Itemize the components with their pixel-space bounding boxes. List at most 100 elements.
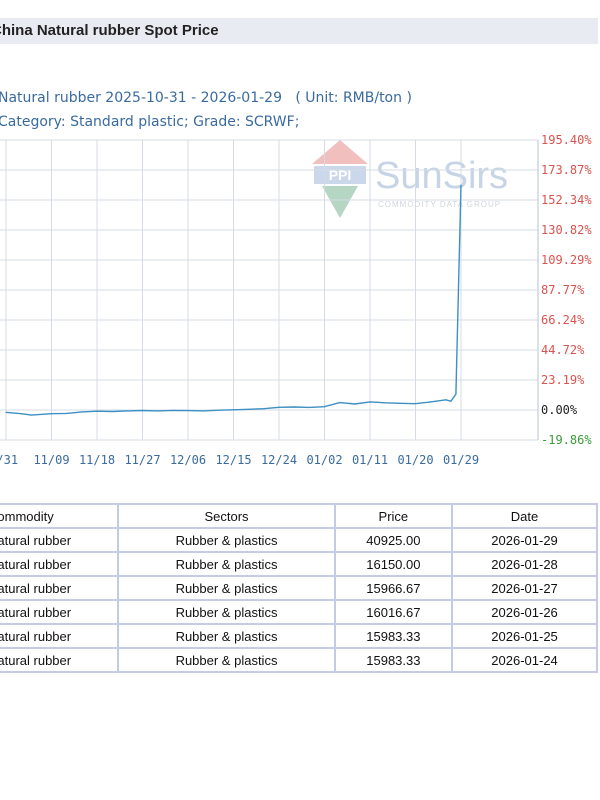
x-tick-label: 11/18 <box>79 453 115 467</box>
y-tick-label: -19.86% <box>541 433 592 447</box>
data-point <box>172 409 174 411</box>
cell-price: 40925.00 <box>333 527 454 553</box>
data-point <box>384 402 386 404</box>
x-tick-label: 11/09 <box>33 453 69 467</box>
y-tick-label: 173.87% <box>541 163 592 177</box>
cell-date: 2026-01-28 <box>451 551 598 577</box>
data-point <box>96 410 98 412</box>
data-point <box>20 413 22 415</box>
cell-commodity: Natural rubber <box>0 527 120 553</box>
data-point <box>217 409 219 411</box>
table-row: Natural rubberRubber & plastics15983.332… <box>0 647 598 673</box>
data-point <box>278 406 280 408</box>
chart-container: Natural rubber 2025-10-31 - 2026-01-29 (… <box>0 80 600 480</box>
sunsirs-watermark-logo: PPI SunSirs COMMODITY DATA GROUP <box>312 140 508 218</box>
y-tick-label: 87.77% <box>541 283 585 297</box>
data-point <box>30 414 32 416</box>
x-tick-label: 11/27 <box>124 453 160 467</box>
data-point <box>66 412 68 414</box>
cell-date: 2026-01-26 <box>451 599 598 625</box>
cell-commodity: Natural rubber <box>0 623 120 649</box>
cell-sector: Rubber & plastics <box>117 647 336 673</box>
table-row: Natural rubberRubber & plastics16016.672… <box>0 599 598 625</box>
x-tick-label: 01/29 <box>443 453 479 467</box>
cell-date: 2026-01-25 <box>451 623 598 649</box>
cell-sector: Rubber & plastics <box>117 599 336 625</box>
cell-commodity: Natural rubber <box>0 647 120 673</box>
cell-commodity: Natural rubber <box>0 551 120 577</box>
data-point <box>293 406 295 408</box>
x-tick-label: 12/24 <box>261 453 297 467</box>
cell-commodity: Natural rubber <box>0 599 120 625</box>
page-title: China Natural rubber Spot Price <box>0 22 219 39</box>
cell-price: 15983.33 <box>333 647 454 673</box>
cell-sector: Rubber & plastics <box>117 575 336 601</box>
data-point <box>126 410 128 412</box>
watermark-tagline: COMMODITY DATA GROUP <box>378 200 501 209</box>
cell-price: 16016.67 <box>333 599 454 625</box>
cell-price: 15966.67 <box>333 575 454 601</box>
y-tick-label: 44.72% <box>541 343 585 357</box>
cell-date: 2026-01-27 <box>451 575 598 601</box>
price-table: Commodity Sectors Price Date Natural rub… <box>0 503 598 673</box>
data-point <box>111 410 113 413</box>
data-point <box>81 411 83 413</box>
y-tick-label: 109.29% <box>541 253 592 267</box>
data-point <box>157 410 159 412</box>
data-point <box>50 413 53 415</box>
data-point <box>354 403 356 405</box>
line-chart: PPI SunSirs COMMODITY DATA GROUP 195.40% 173… <box>0 133 592 467</box>
data-point <box>5 411 7 413</box>
logo-base-shape <box>322 186 358 218</box>
data-point <box>202 410 204 412</box>
data-point <box>232 409 235 411</box>
y-tick-label: 130.82% <box>541 223 592 237</box>
data-point <box>141 409 144 412</box>
x-tick-label: 01/20 <box>397 453 433 467</box>
data-point <box>399 402 401 404</box>
data-point <box>430 401 432 403</box>
data-point <box>460 184 462 186</box>
cell-sector: Rubber & plastics <box>117 551 336 577</box>
column-header-date: Date <box>451 503 598 529</box>
table-row: Natural rubberRubber & plastics15966.672… <box>0 575 598 601</box>
cell-commodity: Natural rubber <box>0 575 120 601</box>
data-point <box>455 393 457 395</box>
data-point <box>323 406 326 408</box>
data-point <box>450 400 452 402</box>
cell-date: 2026-01-24 <box>451 647 598 673</box>
column-header-commodity: Commodity <box>0 503 120 529</box>
watermark-brand: SunSirs <box>375 155 508 197</box>
page-header: China Natural rubber Spot Price <box>0 18 598 44</box>
x-tick-label: 12/15 <box>215 453 251 467</box>
y-tick-label: 23.19% <box>541 373 585 387</box>
data-point <box>248 408 250 410</box>
cell-sector: Rubber & plastics <box>117 527 336 553</box>
column-header-price: Price <box>333 503 454 529</box>
cell-price: 16150.00 <box>333 551 454 577</box>
y-tick-label: 0.00% <box>541 403 578 417</box>
table-row: Natural rubberRubber & plastics16150.002… <box>0 551 598 577</box>
x-tick-label: 10/31 <box>0 453 18 467</box>
cell-price: 15983.33 <box>333 623 454 649</box>
y-tick-label: 152.34% <box>541 193 592 207</box>
x-tick-label: 01/11 <box>352 453 388 467</box>
logo-roof-shape <box>312 140 368 164</box>
y-tick-label: 195.40% <box>541 133 592 147</box>
column-header-sectors: Sectors <box>117 503 336 529</box>
table-row: Natural rubberRubber & plastics40925.002… <box>0 527 598 553</box>
data-point <box>308 406 310 408</box>
table-row: Natural rubberRubber & plastics15983.332… <box>0 623 598 649</box>
data-point <box>445 399 447 401</box>
y-tick-label: 66.24% <box>541 313 585 327</box>
data-point <box>187 410 189 412</box>
data-point <box>339 402 341 404</box>
data-point <box>414 403 417 405</box>
cell-date: 2026-01-29 <box>451 527 598 553</box>
x-tick-label: 01/02 <box>306 453 342 467</box>
data-point <box>369 401 371 403</box>
data-point <box>263 408 265 410</box>
x-tick-label: 12/06 <box>170 453 206 467</box>
logo-letters: PPI <box>329 167 352 183</box>
cell-sector: Rubber & plastics <box>117 623 336 649</box>
